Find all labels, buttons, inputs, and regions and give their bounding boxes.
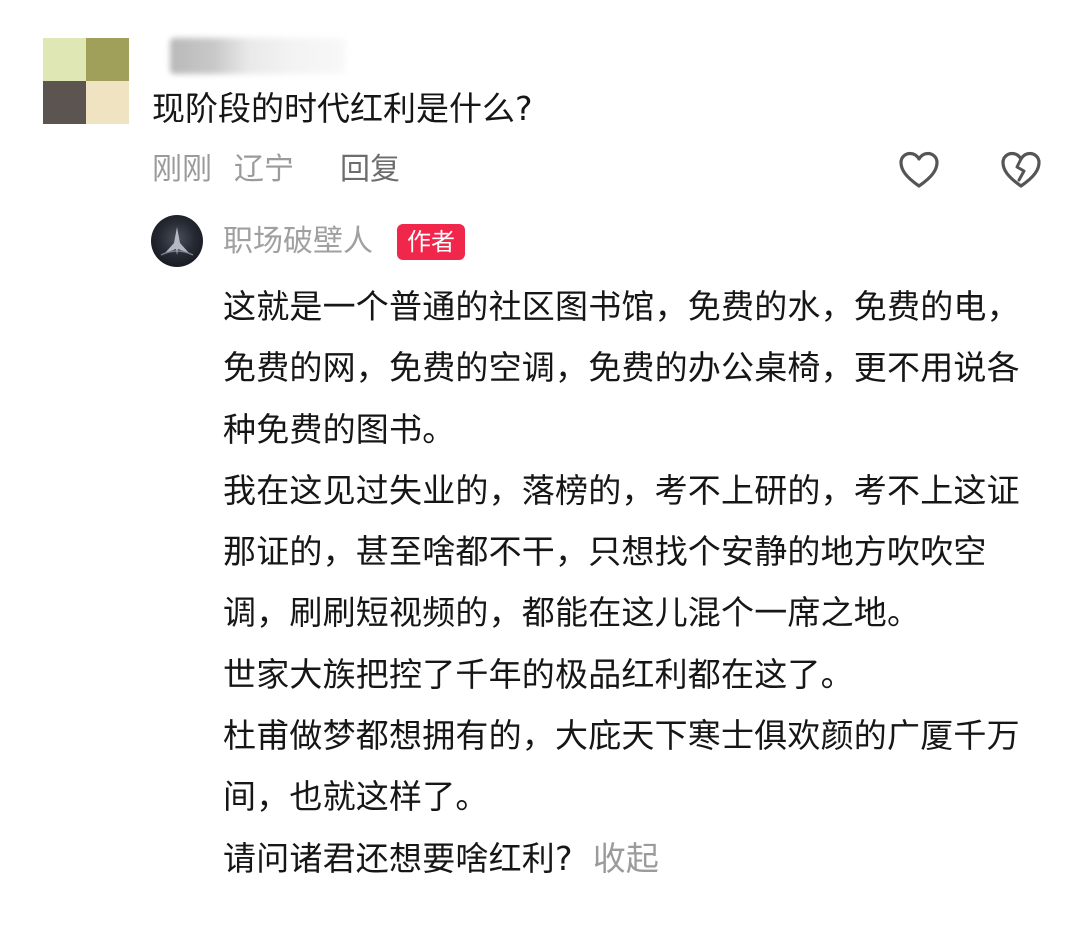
comment-text: 现阶段的时代红利是什么? (152, 89, 533, 128)
commenter-avatar[interactable] (43, 38, 129, 124)
reply-paragraph: 我在这见过失业的，落榜的，考不上研的，考不上这证那证的，甚至啥都不干，只想找个安… (223, 470, 1020, 633)
comment-meta: 刚刚 辽宁 (152, 149, 294, 191)
collapse-button[interactable]: 收起 (593, 839, 659, 878)
reply-text: 这就是一个普通的社区图书馆，免费的水，免费的电，免费的网，免费的空调，免费的办公… (223, 276, 1043, 889)
author-name[interactable]: 职场破壁人 (223, 221, 373, 263)
comment-location: 辽宁 (234, 152, 294, 187)
reply-button[interactable]: 回复 (340, 149, 400, 191)
reply-paragraph: 这就是一个普通的社区图书馆，免费的水，免费的电，免费的网，免费的空调，免费的办公… (223, 287, 1020, 449)
comment-time: 刚刚 (152, 152, 212, 187)
avatar-tile-4 (86, 81, 129, 124)
reply-paragraph: 请问诸君还想要啥红利? (223, 838, 573, 878)
author-avatar[interactable] (151, 215, 203, 267)
avatar-tile-1 (43, 38, 86, 81)
reply-paragraph: 世家大族把控了千年的极品红利都在这了。 (223, 654, 854, 694)
avatar-tile-3 (43, 81, 86, 124)
author-badge: 作者 (397, 224, 465, 260)
heart-icon[interactable] (898, 150, 940, 190)
reply-paragraph: 杜甫做梦都想拥有的，大庇天下寒士俱欢颜的广厦千万间，也就这样了。 (223, 716, 1020, 817)
broken-heart-icon[interactable] (1000, 150, 1042, 190)
commenter-name-blurred[interactable] (170, 38, 345, 74)
author-avatar-art (160, 227, 194, 256)
avatar-tile-2 (86, 38, 129, 81)
reply-paragraph-last: 请问诸君还想要啥红利? 收起 (223, 828, 1043, 889)
